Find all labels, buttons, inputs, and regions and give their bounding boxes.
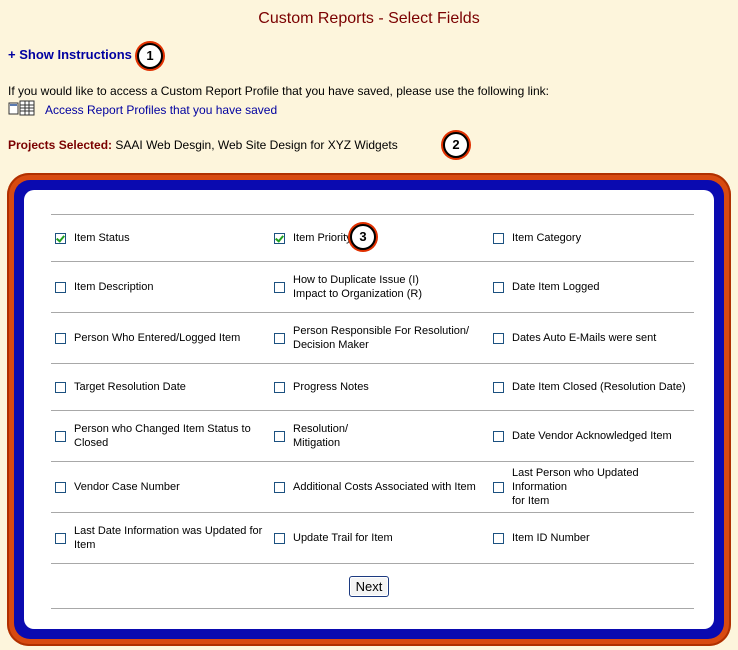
field-checkbox[interactable]: [493, 532, 504, 544]
field-checkbox[interactable]: [55, 532, 66, 544]
field-checkbox[interactable]: [55, 381, 66, 393]
field-option[interactable]: Item ID Number: [489, 513, 694, 563]
field-option[interactable]: Additional Costs Associated with Item: [270, 462, 489, 512]
report-profiles-icon[interactable]: [8, 100, 36, 116]
access-profiles-link[interactable]: Access Report Profiles that you have sav…: [45, 103, 277, 117]
field-checkbox[interactable]: [493, 232, 504, 244]
field-checkbox[interactable]: [493, 430, 504, 442]
field-label: Person who Changed Item Status to Closed: [74, 423, 251, 449]
field-label: Vendor Case Number: [74, 481, 180, 493]
field-label: Item Category: [512, 232, 582, 244]
field-label: Person Who Entered/Logged Item: [74, 332, 241, 344]
field-option[interactable]: Date Vendor Acknowledged Item: [489, 411, 694, 461]
field-row: Target Resolution Date Progress Notes Date…: [51, 364, 694, 411]
fields-frame-border: Item Status Item Priority Item Category Ite…: [14, 180, 724, 639]
callout-2: 2: [443, 132, 469, 158]
fields-panel: Item Status Item Priority Item Category Ite…: [24, 190, 714, 629]
field-checkbox[interactable]: [274, 332, 285, 344]
field-option[interactable]: Item Description: [51, 262, 270, 312]
field-checkbox[interactable]: [493, 481, 504, 493]
field-option[interactable]: Target Resolution Date: [51, 364, 270, 410]
field-label: Progress Notes: [293, 381, 369, 393]
field-label: Date Vendor Acknowledged Item: [512, 430, 672, 442]
intro-text: If you would like to access a Custom Rep…: [8, 84, 549, 98]
field-label: Target Resolution Date: [74, 381, 186, 393]
field-row: Person Who Entered/Logged Item Person Res…: [51, 313, 694, 364]
field-checkbox[interactable]: [55, 232, 66, 244]
field-checkbox[interactable]: [274, 481, 285, 493]
field-option[interactable]: Item Category: [489, 215, 694, 261]
field-option[interactable]: How to Duplicate Issue (I) Impact to Org…: [270, 262, 489, 312]
field-label: Update Trail for Item: [293, 532, 393, 544]
page-title: Custom Reports - Select Fields: [258, 10, 480, 27]
field-option[interactable]: Update Trail for Item: [270, 513, 489, 563]
field-option[interactable]: Person who Changed Item Status to Closed: [51, 411, 270, 461]
field-option[interactable]: Item Priority: [270, 215, 489, 261]
fields-grid: Item Status Item Priority Item Category Ite…: [51, 214, 694, 564]
field-option[interactable]: Person Who Entered/Logged Item: [51, 313, 270, 363]
field-label: Resolution/ Mitigation: [293, 423, 349, 449]
callout-1: 1: [137, 43, 163, 69]
field-checkbox[interactable]: [274, 381, 285, 393]
field-label: Person Responsible For Resolution/ Decis…: [293, 325, 470, 351]
field-option[interactable]: Vendor Case Number: [51, 462, 270, 512]
projects-value: SAAI Web Desgin, Web Site Design for XYZ…: [115, 138, 398, 152]
field-row: Last Date Information was Updated for It…: [51, 513, 694, 564]
field-checkbox[interactable]: [55, 332, 66, 344]
fields-frame: Item Status Item Priority Item Category Ite…: [7, 173, 731, 646]
field-checkbox[interactable]: [55, 430, 66, 442]
field-checkbox[interactable]: [493, 381, 504, 393]
field-checkbox[interactable]: [55, 481, 66, 493]
field-label: How to Duplicate Issue (I) Impact to Org…: [293, 274, 422, 300]
callout-3: 3: [350, 224, 376, 250]
field-option[interactable]: Progress Notes: [270, 364, 489, 410]
field-checkbox[interactable]: [274, 532, 285, 544]
field-option[interactable]: Person Responsible For Resolution/ Decis…: [270, 313, 489, 363]
field-label: Date Item Closed (Resolution Date): [512, 381, 686, 393]
field-label: Additional Costs Associated with Item: [293, 481, 476, 493]
field-label: Date Item Logged: [512, 281, 600, 293]
field-row: Person who Changed Item Status to Closed…: [51, 411, 694, 462]
field-option[interactable]: Last Person who Updated Information for …: [489, 462, 694, 512]
field-label: Item Status: [74, 232, 130, 244]
field-row: Vendor Case Number Additional Costs Assoc…: [51, 462, 694, 513]
field-label: Item ID Number: [512, 532, 590, 544]
field-checkbox[interactable]: [274, 232, 285, 244]
field-checkbox[interactable]: [274, 430, 285, 442]
field-checkbox[interactable]: [493, 281, 504, 293]
show-instructions-link[interactable]: + Show Instructions: [8, 47, 132, 62]
next-wrap: Next: [24, 576, 714, 597]
field-option[interactable]: Date Item Logged: [489, 262, 694, 312]
field-option[interactable]: Last Date Information was Updated for It…: [51, 513, 270, 563]
field-checkbox[interactable]: [55, 281, 66, 293]
field-label: Last Person who Updated Information for …: [512, 467, 639, 507]
field-checkbox[interactable]: [274, 281, 285, 293]
field-label: Last Date Information was Updated for It…: [74, 525, 263, 551]
field-checkbox[interactable]: [493, 332, 504, 344]
field-option[interactable]: Dates Auto E-Mails were sent: [489, 313, 694, 363]
field-label: Item Priority: [293, 232, 352, 244]
projects-selected: Projects Selected: SAAI Web Desgin, Web …: [8, 138, 398, 152]
field-row: Item Description How to Duplicate Issue (…: [51, 262, 694, 313]
field-option[interactable]: Resolution/ Mitigation: [270, 411, 489, 461]
field-label: Item Description: [74, 281, 154, 293]
next-button[interactable]: Next: [348, 576, 390, 597]
field-label: Dates Auto E-Mails were sent: [512, 332, 657, 344]
projects-label: Projects Selected:: [8, 138, 113, 152]
bottom-rule: [51, 608, 694, 609]
field-option[interactable]: Date Item Closed (Resolution Date): [489, 364, 694, 410]
field-option[interactable]: Item Status: [51, 215, 270, 261]
